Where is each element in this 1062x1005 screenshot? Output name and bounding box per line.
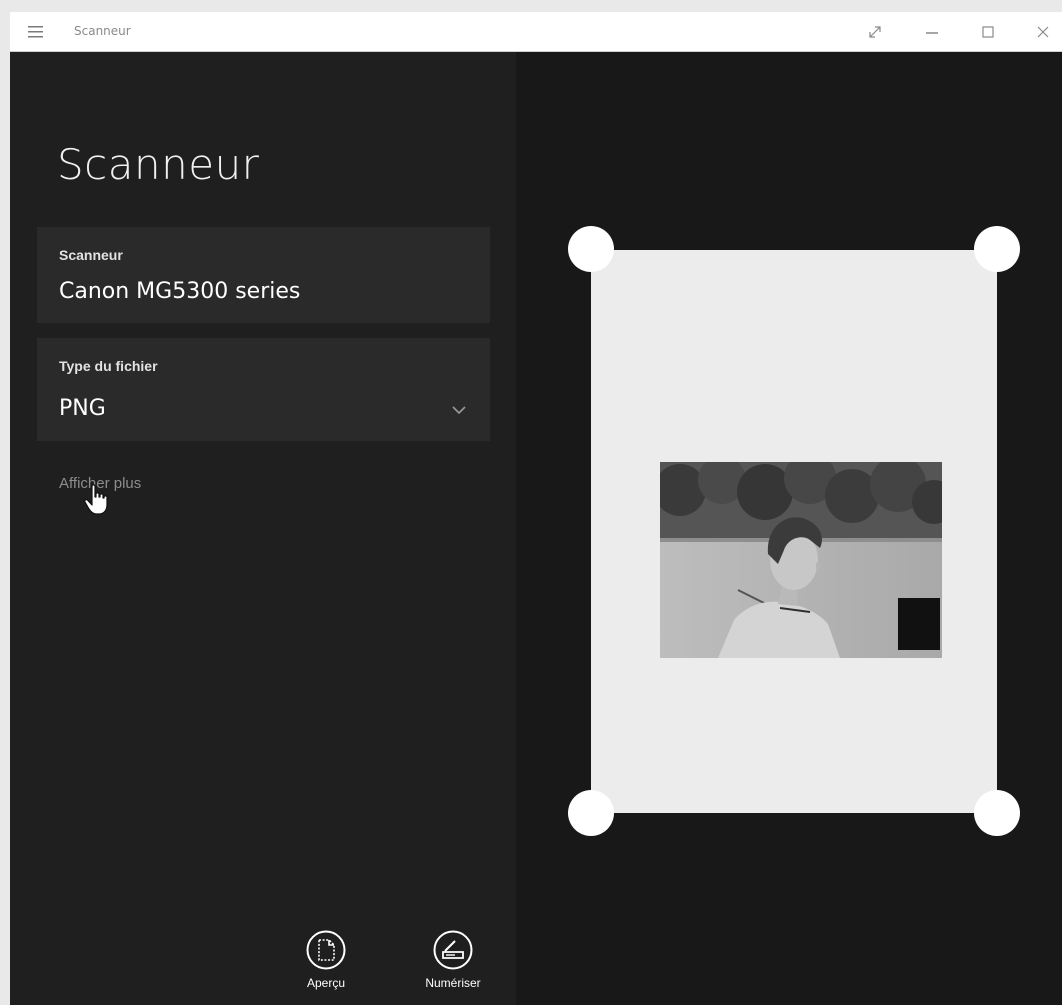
window-title: Scanneur — [74, 24, 131, 38]
chevron-down-icon[interactable] — [451, 404, 467, 416]
scanner-app-window: Scanneur Scanneur Scanneur Canon MG5300 … — [10, 12, 1062, 1005]
crop-handle-top-right[interactable] — [974, 226, 1020, 272]
crop-handle-bottom-right[interactable] — [974, 790, 1020, 836]
file-type-dropdown[interactable]: Type du fichier PNG — [37, 338, 490, 441]
expand-icon[interactable] — [865, 22, 885, 42]
minimize-icon[interactable] — [922, 22, 942, 42]
crop-handle-top-left[interactable] — [568, 226, 614, 272]
preview-pane — [516, 52, 1062, 1005]
scanner-icon — [433, 930, 473, 970]
preview-button[interactable]: Aperçu — [286, 930, 366, 990]
settings-pane: Scanneur Scanneur Canon MG5300 series Ty… — [10, 52, 516, 1005]
scanner-value: Canon MG5300 series — [59, 279, 301, 304]
scan-label: Numériser — [425, 976, 481, 990]
file-type-label: Type du fichier — [59, 358, 158, 374]
preview-document-icon — [306, 930, 346, 970]
scanner-selector[interactable]: Scanneur Canon MG5300 series — [37, 227, 490, 323]
file-type-value: PNG — [59, 396, 106, 421]
crop-handle-bottom-left[interactable] — [568, 790, 614, 836]
page-title: Scanneur — [57, 140, 260, 189]
scan-button[interactable]: Numériser — [413, 930, 493, 990]
scanned-photo — [660, 462, 942, 658]
close-icon[interactable] — [1033, 22, 1053, 42]
title-bar: Scanneur — [10, 12, 1062, 52]
scanner-label: Scanneur — [59, 247, 123, 263]
preview-label: Aperçu — [306, 976, 346, 990]
hamburger-menu-icon[interactable] — [27, 23, 44, 40]
maximize-icon[interactable] — [978, 22, 998, 42]
scan-preview-area — [516, 52, 1062, 1005]
hand-pointer-icon — [84, 484, 108, 515]
